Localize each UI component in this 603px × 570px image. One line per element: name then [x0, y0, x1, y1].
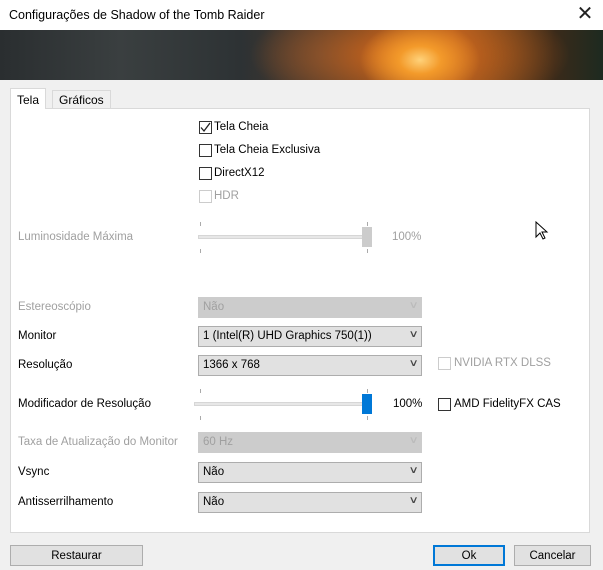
vsync-dropdown[interactable]: Não ∨	[198, 462, 422, 483]
tab-graficos[interactable]: Gráficos	[52, 90, 111, 109]
fidelityfx-checkbox[interactable]	[438, 398, 451, 411]
window-title: Configurações de Shadow of the Tomb Raid…	[9, 8, 265, 22]
res-modifier-slider[interactable]	[194, 402, 372, 406]
fullscreen-checkbox[interactable]	[199, 121, 212, 134]
resolution-label: Resolução	[18, 359, 73, 371]
dlss-checkbox[interactable]	[438, 357, 451, 370]
ok-button[interactable]: Ok	[433, 545, 505, 566]
resolution-value: 1366 x 768	[203, 359, 260, 371]
monitor-label: Monitor	[18, 330, 57, 342]
chevron-down-icon: ∨	[408, 358, 419, 369]
resolution-dropdown[interactable]: 1366 x 768 ∨	[198, 355, 422, 376]
slider-tick	[200, 389, 201, 393]
vsync-value: Não	[203, 466, 225, 478]
brightness-label: Luminosidade Máxima	[18, 231, 134, 243]
dlss-label: NVIDIA RTX DLSS	[454, 357, 551, 369]
brightness-slider[interactable]	[198, 235, 372, 239]
res-modifier-value: 100%	[393, 398, 423, 410]
title-bar: Configurações de Shadow of the Tomb Raid…	[0, 0, 603, 30]
slider-tick	[200, 416, 201, 420]
exclusive-fullscreen-checkbox[interactable]	[199, 144, 212, 157]
cancel-button[interactable]: Cancelar	[514, 545, 591, 566]
chevron-down-icon: ∨	[408, 465, 419, 476]
restore-button[interactable]: Restaurar	[10, 545, 143, 566]
stereo-value: Não	[203, 301, 225, 313]
slider-tick	[367, 389, 368, 393]
hdr-label: HDR	[214, 190, 239, 202]
close-icon[interactable]: ✕	[574, 3, 596, 25]
res-modifier-label: Modificador de Resolução	[18, 398, 151, 410]
refresh-value: 60 Hz	[203, 436, 234, 448]
hdr-checkbox[interactable]	[199, 190, 212, 203]
brightness-value: 100%	[392, 231, 422, 243]
slider-tick	[367, 222, 368, 226]
stereo-dropdown[interactable]: Não ∨	[198, 297, 422, 318]
exclusive-fullscreen-label: Tela Cheia Exclusiva	[214, 144, 321, 156]
antialiasing-dropdown[interactable]: Não ∨	[198, 492, 422, 513]
antialiasing-value: Não	[203, 496, 225, 508]
slider-tick	[367, 249, 368, 253]
tab-tela[interactable]: Tela	[10, 88, 47, 109]
slider-tick	[367, 416, 368, 420]
brightness-slider-thumb[interactable]	[362, 227, 372, 247]
mouse-cursor-icon	[535, 221, 549, 240]
monitor-dropdown[interactable]: 1 (Intel(R) UHD Graphics 750(1)) ∨	[198, 326, 422, 347]
slider-tick	[200, 222, 201, 226]
chevron-down-icon: ∨	[408, 495, 419, 506]
slider-tick	[200, 249, 201, 253]
chevron-down-icon: ∨	[408, 329, 419, 340]
refresh-dropdown[interactable]: 60 Hz ∨	[198, 432, 422, 453]
stereo-label: Estereoscópio	[18, 301, 91, 313]
game-banner-image	[0, 30, 603, 80]
directx12-checkbox[interactable]	[199, 167, 212, 180]
monitor-value: 1 (Intel(R) UHD Graphics 750(1))	[203, 330, 372, 342]
check-icon	[200, 122, 211, 133]
chevron-down-icon: ∨	[408, 300, 419, 311]
chevron-down-icon: ∨	[408, 435, 419, 446]
res-modifier-slider-thumb[interactable]	[362, 394, 372, 414]
fidelityfx-label: AMD FidelityFX CAS	[454, 398, 561, 410]
vsync-label: Vsync	[18, 466, 50, 478]
fullscreen-label: Tela Cheia	[214, 121, 269, 133]
refresh-label: Taxa de Atualização do Monitor	[18, 436, 178, 448]
antialiasing-label: Antisserrilhamento	[18, 496, 114, 508]
directx12-label: DirectX12	[214, 167, 265, 179]
